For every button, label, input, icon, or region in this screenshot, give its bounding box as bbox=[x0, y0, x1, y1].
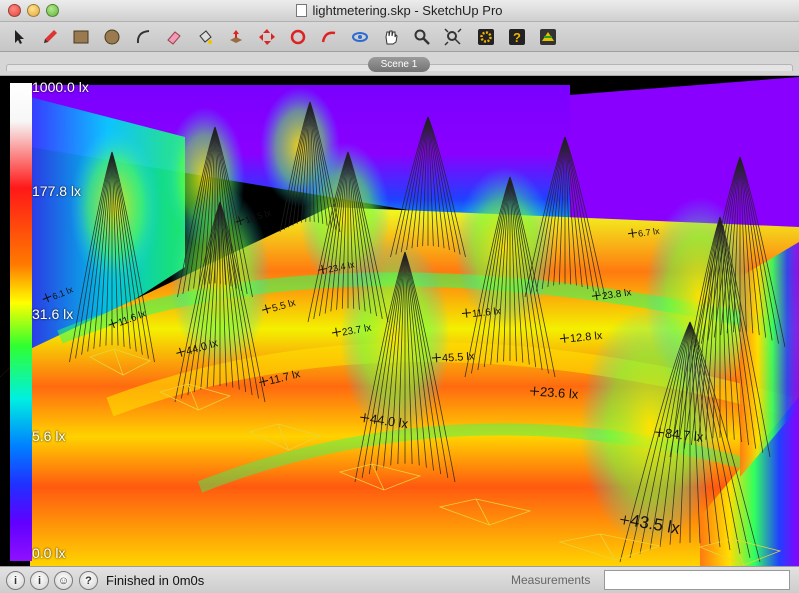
pencil-icon bbox=[44, 30, 57, 43]
arc-tool-button[interactable] bbox=[132, 26, 154, 48]
user-icon[interactable]: ☺ bbox=[54, 571, 73, 590]
zoom-extents-tool-button[interactable] bbox=[442, 26, 464, 48]
status-message: Finished in 0m0s bbox=[106, 573, 205, 588]
zoom-tool-button[interactable] bbox=[411, 26, 433, 48]
extension-icon bbox=[540, 29, 556, 45]
geo-location-icon[interactable]: i bbox=[6, 571, 25, 590]
measurements-label: Measurements bbox=[511, 573, 591, 587]
eraser-tool-button[interactable] bbox=[163, 26, 185, 48]
follow-me-tool-button[interactable] bbox=[318, 26, 340, 48]
push-pull-icon bbox=[230, 30, 242, 43]
measurements-input[interactable] bbox=[604, 570, 790, 590]
rotate-icon bbox=[290, 29, 306, 45]
move-icon bbox=[259, 29, 275, 45]
arc-icon bbox=[136, 30, 150, 44]
magnifier-icon bbox=[414, 29, 430, 45]
circle-icon bbox=[104, 29, 120, 45]
rotate-tool-button[interactable] bbox=[287, 26, 309, 48]
legend-label-mid: 31.6 lx bbox=[32, 306, 74, 322]
select-tool-button[interactable] bbox=[8, 26, 30, 48]
move-tool-button[interactable] bbox=[256, 26, 278, 48]
legend-label-high: 177.8 lx bbox=[32, 183, 82, 199]
illuminance-legend-bar bbox=[10, 83, 32, 561]
model-viewport[interactable]: 1000.0 lx 177.8 lx 31.6 lx 5.6 lx 0.0 lx… bbox=[0, 77, 799, 566]
toolbar: ? bbox=[0, 22, 799, 52]
window-title-area: lightmetering.skp - SketchUp Pro bbox=[0, 3, 799, 18]
zoom-extents-icon bbox=[444, 28, 462, 46]
hand-icon bbox=[385, 30, 398, 45]
orbit-tool-button[interactable] bbox=[349, 26, 371, 48]
orbit-icon bbox=[352, 32, 368, 42]
eraser-icon bbox=[167, 31, 181, 45]
plugin-settings-tool-button[interactable] bbox=[475, 26, 497, 48]
scene-tab[interactable]: Scene 1 bbox=[368, 57, 430, 72]
status-bar: i i ☺ ? Finished in 0m0s Measurements bbox=[0, 566, 799, 593]
help-tool-button[interactable]: ? bbox=[506, 26, 528, 48]
rectangle-icon bbox=[73, 30, 89, 44]
legend-label-max: 1000.0 lx bbox=[32, 79, 89, 95]
extension-tool-button[interactable] bbox=[537, 26, 559, 48]
window-title: lightmetering.skp - SketchUp Pro bbox=[312, 3, 503, 18]
credits-icon[interactable]: i bbox=[30, 571, 49, 590]
paint-bucket-icon bbox=[199, 30, 212, 44]
arrow-icon bbox=[15, 30, 24, 44]
gear-icon bbox=[478, 29, 494, 45]
title-bar: lightmetering.skp - SketchUp Pro bbox=[0, 0, 799, 22]
push-pull-tool-button[interactable] bbox=[225, 26, 247, 48]
svg-text:?: ? bbox=[513, 30, 521, 45]
follow-me-icon bbox=[321, 31, 336, 43]
circle-tool-button[interactable] bbox=[101, 26, 123, 48]
legend-label-min: 0.0 lx bbox=[32, 545, 66, 561]
pencil-tool-button[interactable] bbox=[39, 26, 61, 48]
question-icon: ? bbox=[509, 29, 525, 45]
help-icon[interactable]: ? bbox=[79, 571, 98, 590]
rectangle-tool-button[interactable] bbox=[70, 26, 92, 48]
paint-bucket-tool-button[interactable] bbox=[194, 26, 216, 48]
document-icon bbox=[296, 4, 308, 17]
legend-label-low: 5.6 lx bbox=[32, 428, 66, 444]
scene-tabs-bar: Scene 1 bbox=[0, 52, 799, 76]
pan-tool-button[interactable] bbox=[380, 26, 402, 48]
